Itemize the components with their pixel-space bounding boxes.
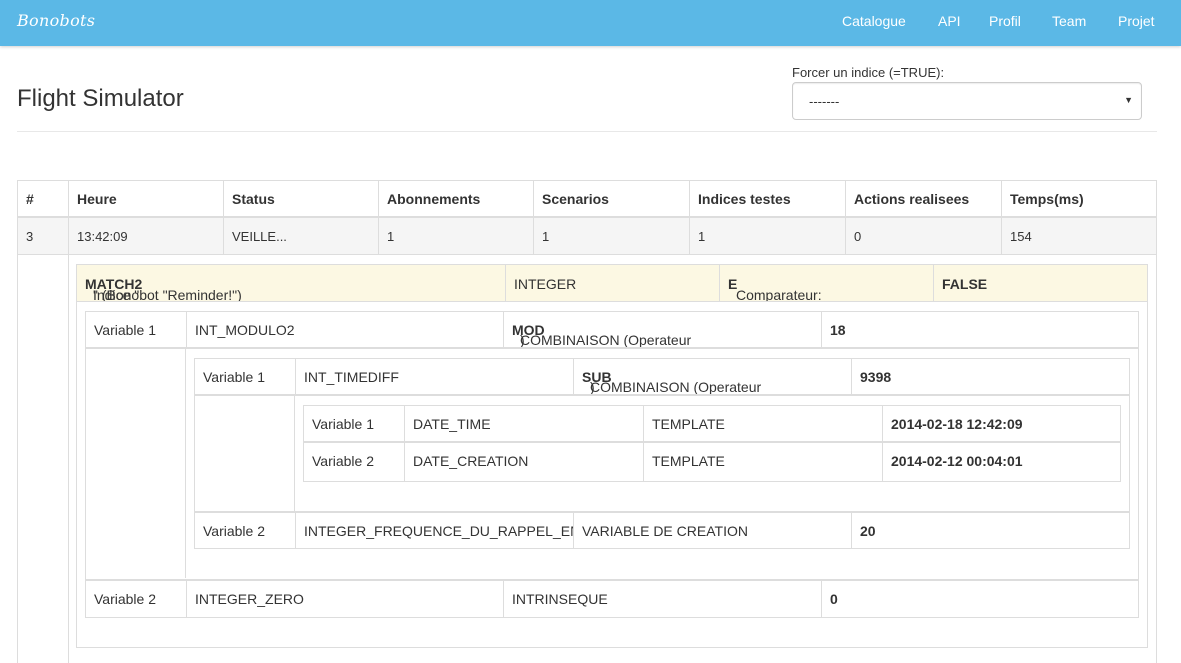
col-header-actions-realisees[interactable]: Actions realisees [845, 181, 1001, 216]
tree-indent-line [294, 396, 295, 511]
cell-abonnements: 1 [378, 218, 533, 254]
tree-indent-line [185, 349, 186, 578]
col-header-status[interactable]: Status [223, 181, 378, 216]
variable-name: INT_MODULO2 [186, 312, 503, 347]
variable-kind: TEMPLATE [643, 406, 882, 441]
variable-label: Variable 2 [94, 591, 157, 607]
force-indice-label: Forcer un indice (=TRUE): [792, 65, 945, 80]
indice-result-cell: FALSE [933, 265, 1147, 301]
variable-value: 9398 [851, 359, 1129, 394]
cell-scenarios: 1 [533, 218, 689, 254]
variable-name: INT_TIMEDIFF [295, 359, 573, 394]
cell-actions-realisees: 0 [845, 218, 1001, 254]
variable-name: DATE_TIME [404, 406, 643, 441]
cell-indices-testes: 1 [689, 218, 845, 254]
variable-value: 2014-02-18 12:42:09 [882, 406, 1120, 441]
variable-label: Variable 1 [94, 322, 157, 338]
force-indice-select[interactable]: ------- ▼ [792, 82, 1142, 120]
variable-label: Variable 1 [312, 416, 375, 432]
indice-type-cell: INTEGER [505, 265, 719, 301]
nav-link-profil[interactable]: Profil [989, 13, 1021, 29]
indice-row: Indice " MATCH2 " (Bonobot "Reminder!") IN… [76, 264, 1148, 302]
variable-label: Variable 1 [203, 369, 266, 385]
header-divider [17, 131, 1157, 132]
variable-row-1-1: Variable 1 INT_TIMEDIFF COMBINAISON (Ope… [194, 358, 1130, 396]
force-indice-value: ------- [809, 94, 840, 109]
table-header: # Heure Status Abonnements Scenarios Ind… [17, 180, 1157, 218]
variable-value: 2014-02-12 00:04:01 [882, 443, 1120, 481]
nav-link-team[interactable]: Team [1052, 13, 1086, 29]
variable-name: INTEGER_ZERO [186, 581, 503, 617]
col-header-abonnements[interactable]: Abonnements [378, 181, 533, 216]
variable-row-1: Variable 1 INT_MODULO2 COMBINAISON (Oper… [85, 311, 1139, 349]
navbar: Bonobots Catalogue API Profil Team Proje… [0, 0, 1181, 46]
nav-link-projet[interactable]: Projet [1118, 13, 1155, 29]
col-header-indices-testes[interactable]: Indices testes [689, 181, 845, 216]
variable-kind: COMBINAISON (Operateur MOD) [503, 312, 821, 347]
col-header-temps[interactable]: Temps(ms) [1001, 181, 1158, 216]
variable-label: Variable 2 [312, 453, 375, 469]
indice-name-cell: Indice " MATCH2 " (Bonobot "Reminder!") [85, 276, 242, 301]
variable-label: Variable 2 [203, 523, 266, 539]
caret-down-icon: ▼ [1124, 95, 1133, 105]
col-header-scenarios[interactable]: Scenarios [533, 181, 689, 216]
cell-heure: 13:42:09 [68, 218, 223, 254]
cell-number: 3 [26, 229, 34, 244]
brand-logo[interactable]: Bonobots [17, 11, 95, 30]
variable-kind: VARIABLE DE CREATION [573, 513, 851, 548]
cell-status: VEILLE... [223, 218, 378, 254]
table-row[interactable]: 3 13:42:09 VEILLE... 1 1 1 0 154 [17, 218, 1157, 255]
variable-row-1-1-2: Variable 2 DATE_CREATION TEMPLATE 2014-0… [303, 443, 1121, 482]
nav-link-api[interactable]: API [938, 13, 961, 29]
variable-kind: TEMPLATE [643, 443, 882, 481]
page-title: Flight Simulator [17, 85, 184, 112]
indice-comparateur-cell: Comparateur: E [719, 265, 933, 301]
variable-kind: COMBINAISON (Operateur SUB) [573, 359, 851, 394]
variable-kind: INTRINSEQUE [503, 581, 821, 617]
variable-value: 20 [851, 513, 1129, 548]
variable-name: DATE_CREATION [404, 443, 643, 481]
variable-row-1-2: Variable 2 INTEGER_FREQUENCE_DU_RAPPEL_E… [194, 511, 1130, 549]
col-header-heure[interactable]: Heure [68, 181, 223, 216]
detail-column-divider [68, 255, 69, 663]
variable-value: 18 [821, 312, 1138, 347]
variable-name: INTEGER_FREQUENCE_DU_RAPPEL_EN_MINUTES [295, 513, 573, 548]
col-header-number[interactable]: # [18, 181, 68, 216]
cell-temps: 154 [1001, 218, 1158, 254]
variable-row-1-1-1: Variable 1 DATE_TIME TEMPLATE 2014-02-18… [303, 405, 1121, 443]
variable-value: 0 [821, 581, 1138, 617]
nav-link-catalogue[interactable]: Catalogue [842, 13, 906, 29]
variable-row-2: Variable 2 INTEGER_ZERO INTRINSEQUE 0 [85, 579, 1139, 618]
